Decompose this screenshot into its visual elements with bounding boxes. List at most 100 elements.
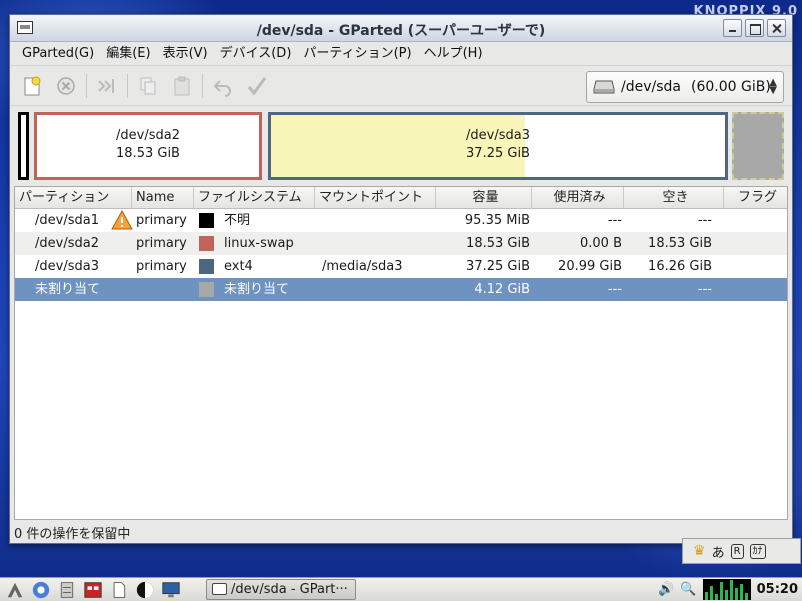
cell-mountpoint: /media/sda3 — [322, 259, 403, 274]
title-bar[interactable]: /dev/sda - GParted (スーパーユーザーで) — [10, 15, 792, 42]
magnifier-icon[interactable]: 🔍 — [680, 582, 696, 597]
crown-icon[interactable]: ♛ — [693, 543, 706, 559]
cell-mountpoint — [318, 232, 438, 255]
cell-free: --- — [697, 213, 712, 228]
cell-size: 18.53 GiB — [466, 236, 530, 251]
col-used[interactable]: 使用済み — [532, 187, 624, 209]
cell-free: --- — [697, 282, 712, 297]
menu-edit[interactable]: 編集(E) — [100, 42, 156, 66]
toolbar: /dev/sda (60.00 GiB) ▲ ▼ — [10, 66, 792, 106]
partition-block-sda1[interactable] — [18, 112, 29, 180]
cell-size: 95.35 MiB — [464, 213, 530, 228]
disk-map: /dev/sda2 18.53 GiB /dev/sda3 37.25 GiB — [10, 106, 792, 188]
partition-block-unallocated[interactable] — [732, 112, 784, 180]
start-menu-icon[interactable] — [4, 579, 26, 601]
cell-name: primary — [136, 259, 187, 274]
cell-used: 20.99 GiB — [558, 259, 622, 274]
table-header: パーティション Name ファイルシステム マウントポイント 容量 使用済み 空… — [15, 187, 787, 209]
col-name[interactable]: Name — [132, 187, 194, 209]
cell-filesystem: linux-swap — [224, 236, 294, 251]
cell-free: 18.53 GiB — [648, 236, 712, 251]
partition-block-label: /dev/sda3 — [466, 128, 530, 143]
monitor-icon[interactable] — [160, 579, 182, 601]
hard-disk-icon — [593, 80, 615, 94]
fs-color-swatch — [199, 213, 214, 228]
paste-button[interactable] — [168, 72, 196, 100]
menu-view[interactable]: 表示(V) — [157, 42, 214, 66]
undo-icon — [213, 79, 231, 97]
browser-icon[interactable] — [30, 579, 52, 601]
window-title: /dev/sda - GParted (スーパーユーザーで) — [256, 23, 546, 39]
cell-filesystem: 不明 — [224, 213, 251, 228]
menu-gparted[interactable]: GParted(G) — [16, 42, 100, 66]
disk-icon — [212, 583, 227, 595]
cell-free: 16.26 GiB — [648, 259, 712, 274]
chevron-updown-icon: ▲ ▼ — [769, 77, 777, 96]
paste-icon — [174, 76, 190, 95]
partition-block-label: /dev/sda2 — [116, 128, 180, 143]
menu-device[interactable]: デバイス(D) — [214, 42, 298, 66]
col-mountpoint[interactable]: マウントポイント — [315, 187, 436, 209]
menu-bar: GParted(G) 編集(E) 表示(V) デバイス(D) パーティション(P… — [10, 42, 792, 66]
table-row[interactable]: /dev/sda3 primary ext4 /media/sda3 37.25… — [15, 255, 787, 278]
col-flags[interactable]: フラグ — [724, 187, 787, 209]
copy-button[interactable] — [134, 72, 162, 100]
clock: 05:20 — [756, 582, 798, 597]
cell-filesystem: 未割り当て — [224, 282, 290, 297]
delete-icon — [57, 76, 75, 95]
cell-name — [132, 278, 198, 301]
volume-icon[interactable]: 🔊 — [658, 582, 674, 597]
cell-name: primary — [136, 236, 187, 251]
delete-partition-button[interactable] — [52, 72, 80, 100]
col-filesystem[interactable]: ファイルシステム — [194, 187, 315, 209]
device-selector[interactable]: /dev/sda (60.00 GiB) ▲ ▼ — [586, 71, 784, 103]
table-row[interactable]: /dev/sda2 primary linux-swap 18.53 GiB 0… — [15, 232, 787, 255]
undo-button[interactable] — [209, 72, 237, 100]
menu-help[interactable]: ヘルプ(H) — [418, 42, 489, 66]
ime-palette[interactable]: ♛ あ R ｶﾅ — [682, 538, 801, 564]
device-size: (60.00 GiB) — [690, 79, 771, 95]
copy-icon — [140, 77, 156, 94]
menu-partition[interactable]: パーティション(P) — [297, 42, 417, 66]
apply-button[interactable] — [243, 72, 271, 100]
taskbar-window-gparted[interactable]: /dev/sda - GPart··· — [206, 579, 356, 600]
resize-move-button[interactable] — [93, 72, 121, 100]
settings-wheel-icon[interactable] — [134, 579, 156, 601]
fs-color-swatch — [199, 259, 214, 274]
partition-block-sda2[interactable]: /dev/sda2 18.53 GiB — [34, 112, 262, 180]
fs-color-swatch — [199, 282, 214, 297]
col-free[interactable]: 空き — [624, 187, 724, 209]
system-tray: 🔊 🔍 05:20 — [658, 578, 802, 601]
minimize-button[interactable] — [723, 19, 742, 37]
cell-partition: /dev/sda2 — [35, 236, 99, 251]
col-partition[interactable]: パーティション — [15, 187, 132, 209]
cell-used: --- — [607, 282, 622, 297]
cell-name: primary — [136, 213, 187, 228]
ime-romaji-toggle[interactable]: R — [730, 543, 744, 559]
col-size[interactable]: 容量 — [436, 187, 532, 209]
app-grid-icon[interactable] — [82, 579, 104, 601]
cell-flags — [718, 232, 778, 255]
cell-used: --- — [607, 213, 622, 228]
cell-flags — [718, 255, 778, 278]
partition-block-sda3[interactable]: /dev/sda3 37.25 GiB — [268, 112, 728, 180]
table-row[interactable]: /dev/sda1 primary 不明 95.35 MiB --- --- — [15, 209, 787, 232]
cell-flags — [718, 278, 778, 301]
document-icon[interactable] — [108, 579, 130, 601]
cell-partition: /dev/sda3 — [35, 259, 99, 274]
ime-kana-toggle[interactable]: ｶﾅ — [749, 543, 766, 559]
partition-table: パーティション Name ファイルシステム マウントポイント 容量 使用済み 空… — [14, 186, 788, 520]
status-bar: 0 件の操作を保留中 — [14, 527, 131, 542]
table-row-selected[interactable]: 未割り当て 未割り当て 4.12 GiB --- --- — [15, 278, 787, 301]
device-name: /dev/sda — [621, 79, 681, 95]
partition-block-size: 37.25 GiB — [466, 146, 530, 161]
taskbar: /dev/sda - GPart··· 🔊 🔍 05:20 — [0, 577, 802, 601]
file-cabinet-icon[interactable] — [56, 579, 78, 601]
maximize-button[interactable] — [745, 19, 764, 37]
close-button[interactable] — [767, 19, 786, 37]
warning-icon — [111, 210, 133, 230]
cell-mountpoint — [318, 209, 438, 232]
ime-mode-hiragana[interactable]: あ — [712, 542, 725, 561]
cpu-load-graph — [702, 579, 751, 600]
new-partition-button[interactable] — [18, 72, 46, 100]
